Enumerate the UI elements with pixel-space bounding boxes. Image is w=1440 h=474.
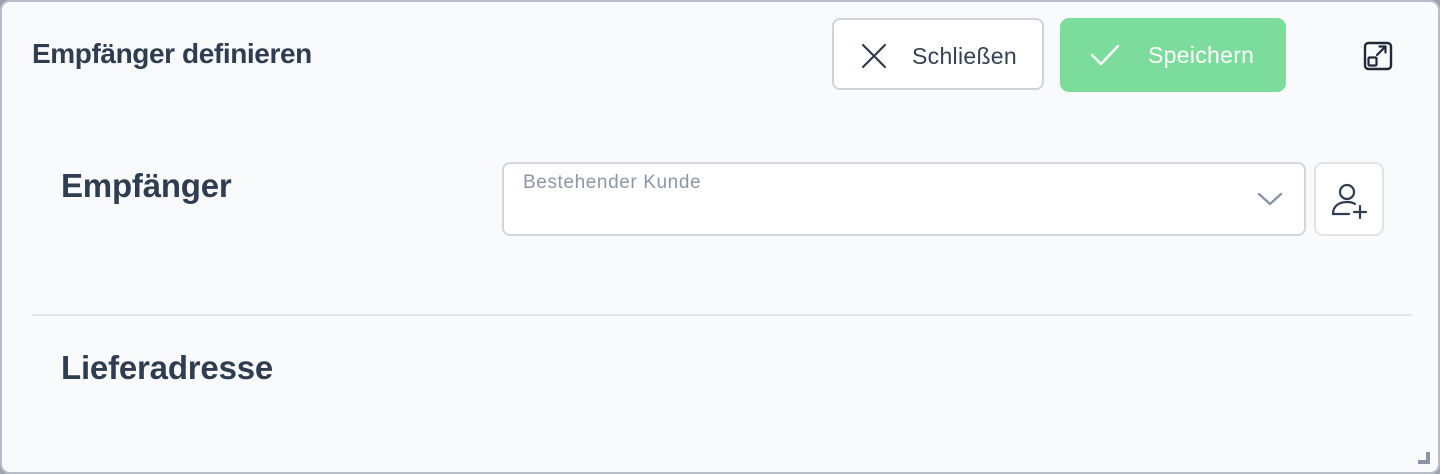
expand-icon bbox=[1363, 41, 1393, 71]
chevron-down-icon bbox=[1257, 192, 1283, 206]
add-user-icon bbox=[1331, 183, 1368, 220]
close-icon bbox=[861, 43, 887, 69]
add-customer-button[interactable] bbox=[1314, 162, 1384, 236]
dialog-title: Empfänger definieren bbox=[32, 38, 312, 69]
close-button[interactable]: Schließen bbox=[832, 18, 1044, 90]
recipient-dialog: Empfänger definieren Schließen Speichern… bbox=[0, 0, 1440, 474]
save-button[interactable]: Speichern bbox=[1060, 18, 1286, 92]
recipient-section-title: Empfänger bbox=[61, 167, 232, 204]
delivery-section-title: Lieferadresse bbox=[61, 349, 274, 386]
existing-customer-placeholder: Bestehender Kunde bbox=[523, 172, 702, 193]
expand-button[interactable] bbox=[1358, 38, 1398, 74]
section-divider bbox=[32, 314, 1412, 316]
save-button-label: Speichern bbox=[1148, 42, 1255, 68]
existing-customer-select[interactable]: Bestehender Kunde bbox=[502, 162, 1306, 236]
check-icon bbox=[1090, 44, 1120, 66]
close-button-label: Schließen bbox=[912, 43, 1017, 69]
resize-handle-icon[interactable] bbox=[1414, 448, 1432, 466]
